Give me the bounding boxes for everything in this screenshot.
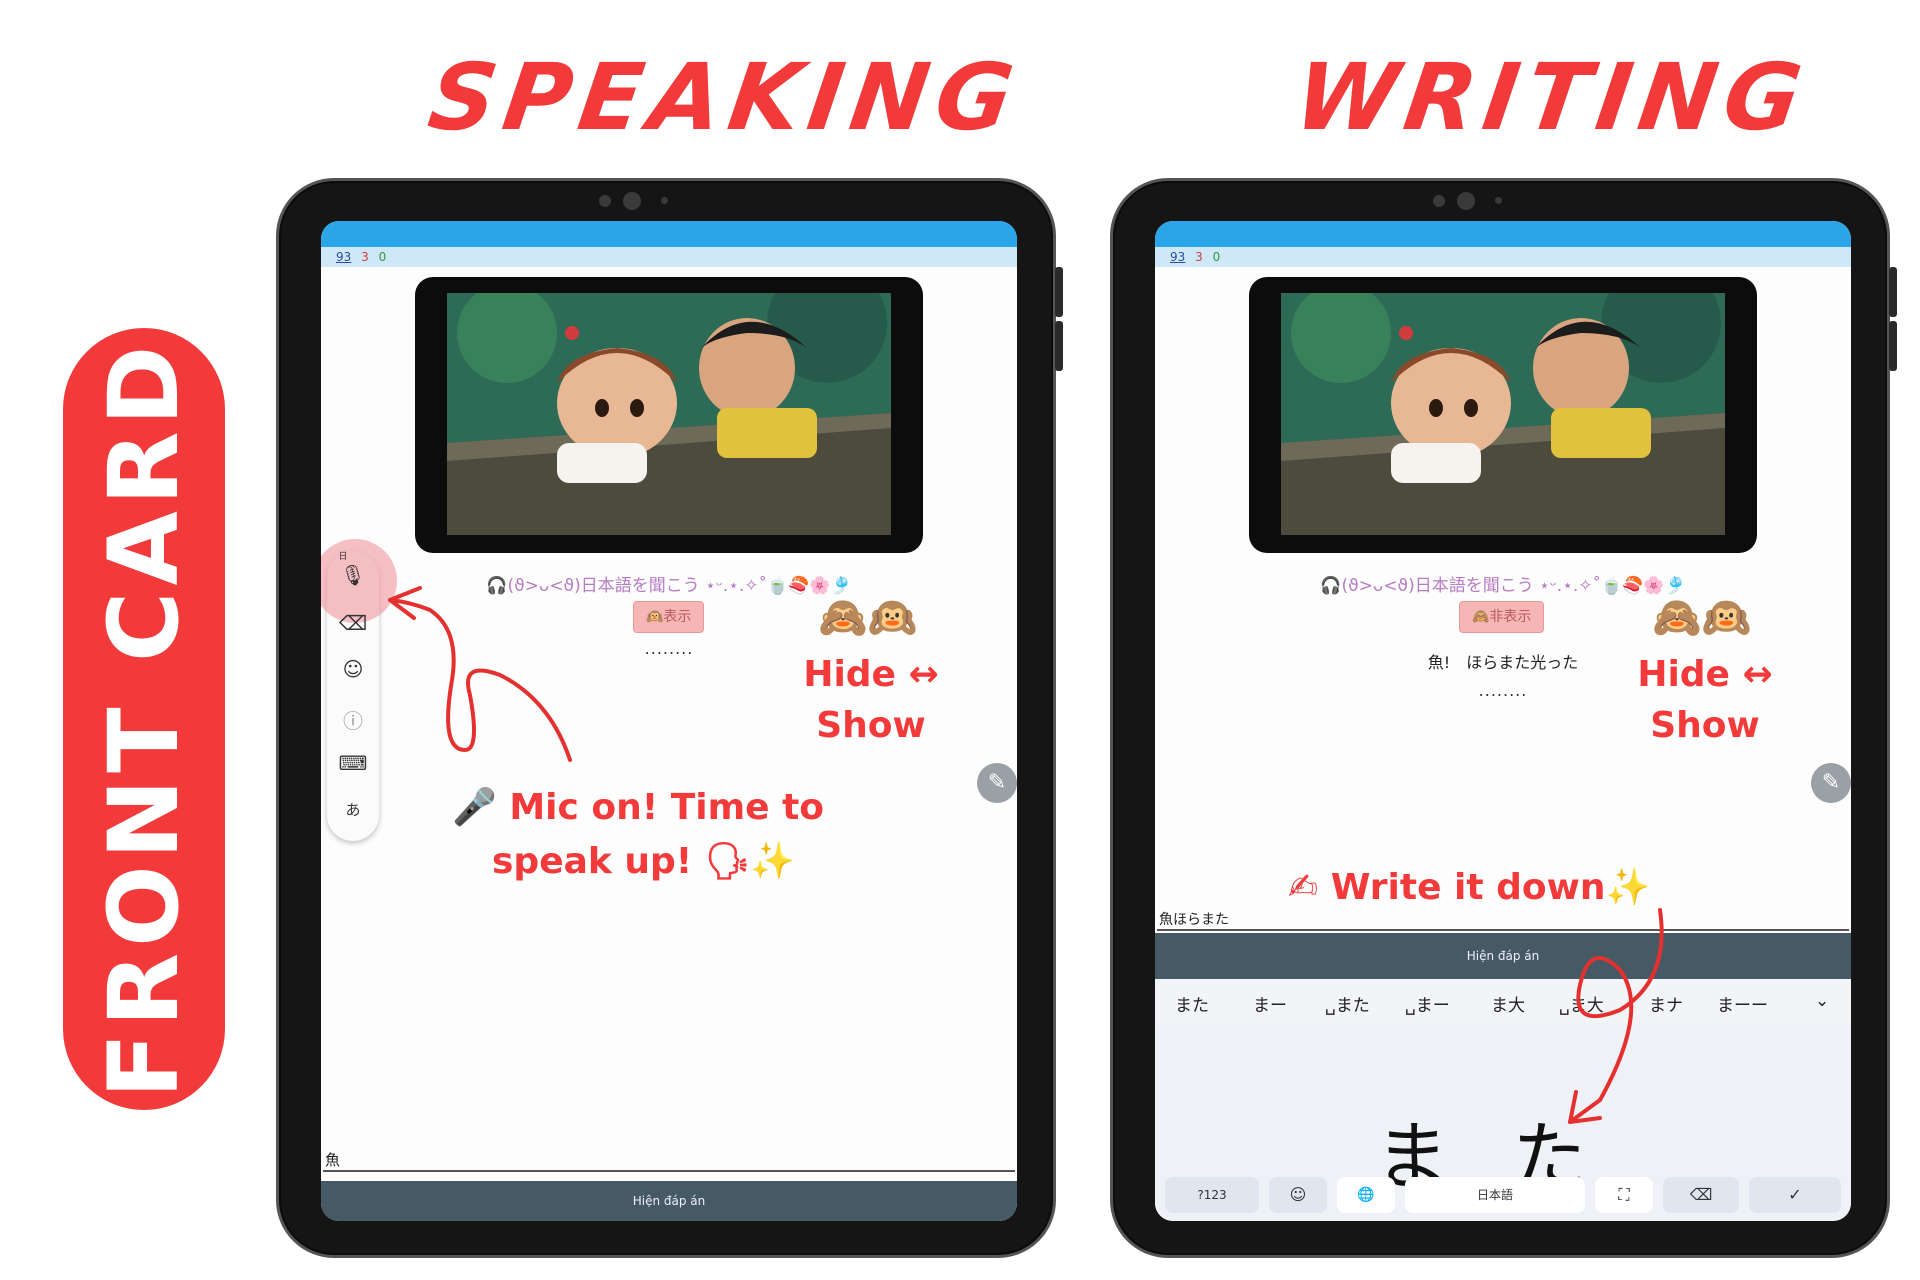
- sensor-dot: [1495, 197, 1502, 204]
- front-card-label: FRONT CARD: [63, 328, 225, 1110]
- pencil-icon[interactable]: ✎: [977, 763, 1017, 803]
- suggestion-item[interactable]: ␣また: [1325, 991, 1370, 1016]
- hide-show-line2: Show: [816, 705, 926, 746]
- input-indicator: 日: [338, 552, 348, 562]
- front-card-text: FRONT CARD: [88, 339, 200, 1099]
- hide-show-line1: Hide ↔: [803, 654, 939, 695]
- hide-button[interactable]: 🙈非表示: [1459, 601, 1545, 633]
- status-bar: [1155, 221, 1851, 247]
- video-player[interactable]: [1249, 277, 1757, 553]
- video-player[interactable]: [415, 277, 923, 553]
- mic-annotation-line2: speak up! 🗣✨: [492, 841, 796, 882]
- answer-input-text[interactable]: 魚: [325, 1149, 340, 1170]
- reveal-answer-button[interactable]: Hiện đáp án: [321, 1181, 1017, 1221]
- title-speaking: SPEAKING: [422, 44, 1028, 151]
- title-writing: WRITING: [1288, 44, 1816, 151]
- enter-key[interactable]: ✓: [1749, 1177, 1841, 1213]
- mic-annotation: 🎤 Mic on! Time to speak up! 🗣✨: [452, 786, 852, 882]
- count-learn: 3: [361, 250, 369, 264]
- count-learn: 3: [1195, 250, 1203, 264]
- answer-underline: [1157, 929, 1849, 931]
- review-counts: 93 3 0: [1155, 247, 1851, 267]
- arrow-to-handwriting: [1568, 908, 1664, 1124]
- review-counts: 93 3 0: [321, 247, 1017, 267]
- globe-key[interactable]: 🌐: [1337, 1177, 1395, 1213]
- pencil-icon[interactable]: ✎: [1811, 763, 1851, 803]
- hide-show-line1: Hide ↔: [1637, 654, 1773, 695]
- hide-show-line2: Show: [1650, 705, 1760, 746]
- suggestion-item[interactable]: また: [1175, 991, 1209, 1016]
- camera-lens: [1457, 192, 1475, 210]
- hide-show-label: Hide ↔ Show: [1630, 654, 1780, 746]
- count-review: 0: [1212, 250, 1221, 264]
- suggestion-bar: また まー ␣また ␣まー ま大 ␣ま大 まナ まーー ⌄: [1155, 979, 1851, 1023]
- space-key[interactable]: 日本語: [1405, 1177, 1585, 1213]
- camera-lens: [623, 192, 641, 210]
- video-frame-image: [447, 293, 891, 535]
- answer-input-text[interactable]: 魚ほらまた: [1159, 909, 1229, 929]
- volume-button: [1889, 267, 1897, 317]
- symbols-key[interactable]: ?123: [1165, 1177, 1259, 1213]
- suggestion-item[interactable]: ま大: [1491, 991, 1525, 1016]
- listen-prompt: 🎧(ϑ>ᴗ<ϑ)日本語を聞こう ⋆ᵕ.⋆.✧˚🍵🍣🌸🎐: [1320, 576, 1686, 596]
- sensor-dot: [661, 197, 668, 204]
- show-button[interactable]: 🙉表示: [633, 601, 705, 633]
- camera-dot: [599, 195, 611, 207]
- suggestion-item[interactable]: ␣まー: [1405, 991, 1450, 1016]
- suggestion-item[interactable]: まー: [1253, 991, 1287, 1016]
- fullscreen-key[interactable]: ⛶: [1595, 1177, 1653, 1213]
- emoji-key[interactable]: ☺: [1269, 1177, 1327, 1213]
- answer-underline: [323, 1170, 1015, 1172]
- volume-button: [1055, 267, 1063, 317]
- kana-key[interactable]: あ: [327, 799, 379, 820]
- chevron-down-icon[interactable]: ⌄: [1815, 991, 1829, 1011]
- monkeys-icon: 🙈🙉: [818, 595, 918, 641]
- video-frame-image: [1281, 293, 1725, 535]
- arrow-to-mic: [388, 586, 572, 762]
- count-review: 0: [378, 250, 387, 264]
- reveal-answer-button[interactable]: Hiện đáp án: [1155, 933, 1851, 979]
- status-bar: [321, 221, 1017, 247]
- hide-show-label: Hide ↔ Show: [796, 654, 946, 746]
- count-new: 93: [1170, 250, 1186, 264]
- count-new: 93: [336, 250, 352, 264]
- handwriting-area[interactable]: ま た ?123 ☺ 🌐 日本語 ⛶ ⌫ ✓: [1155, 1023, 1851, 1221]
- backspace-key[interactable]: ⌫: [1663, 1177, 1739, 1213]
- mic-annotation-line1: 🎤 Mic on! Time to: [452, 787, 825, 828]
- camera-dot: [1433, 195, 1445, 207]
- monkeys-icon: 🙈🙉: [1652, 595, 1752, 641]
- volume-button: [1055, 321, 1063, 371]
- suggestion-item[interactable]: まーー: [1717, 991, 1768, 1016]
- volume-button: [1889, 321, 1897, 371]
